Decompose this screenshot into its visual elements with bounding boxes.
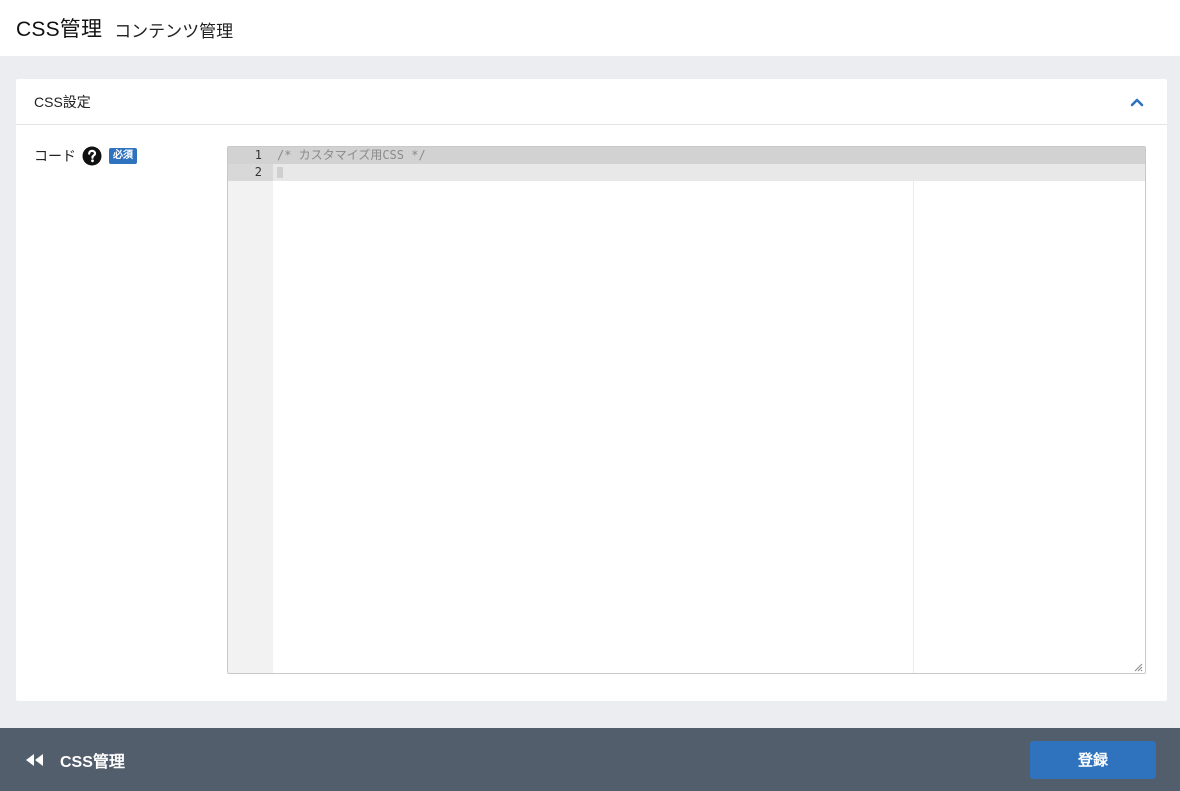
page-title: CSS管理 xyxy=(16,18,103,41)
field-label-text: コード xyxy=(34,148,76,164)
double-chevron-left-icon xyxy=(24,752,46,768)
card-header[interactable]: CSS設定 xyxy=(16,79,1167,125)
footer-bar: CSS管理 登録 xyxy=(0,728,1180,791)
register-button[interactable]: 登録 xyxy=(1030,740,1156,779)
line-number: 2 xyxy=(254,165,262,179)
question-circle-icon[interactable] xyxy=(82,146,102,166)
text-cursor xyxy=(277,167,283,178)
page-subtitle: コンテンツ管理 xyxy=(114,21,234,41)
code-field-label: コード 必須 xyxy=(34,146,137,166)
editor-gutter xyxy=(228,147,273,673)
required-badge: 必須 xyxy=(109,148,137,164)
resize-grip-icon[interactable] xyxy=(1133,661,1143,672)
card-title: CSS設定 xyxy=(34,93,91,110)
page-header: CSS管理 コンテンツ管理 xyxy=(0,0,1180,56)
code-editor[interactable]: 1 /* カスタマイズ用CSS */ 2 xyxy=(227,146,1146,674)
code-text: /* カスタマイズ用CSS */ xyxy=(277,148,426,162)
back-link-label: CSS管理 xyxy=(60,753,125,771)
editor-line-active[interactable]: 2 xyxy=(228,164,1145,181)
editor-print-margin xyxy=(913,147,914,673)
chevron-up-icon[interactable] xyxy=(1127,92,1147,112)
editor-line[interactable]: 1 /* カスタマイズ用CSS */ xyxy=(228,147,1145,164)
css-settings-card: CSS設定 コード 必須 1 /* カスタマイズ用CSS */ 2 xyxy=(16,79,1167,701)
line-number: 1 xyxy=(254,148,262,162)
back-link[interactable]: CSS管理 xyxy=(24,748,125,772)
